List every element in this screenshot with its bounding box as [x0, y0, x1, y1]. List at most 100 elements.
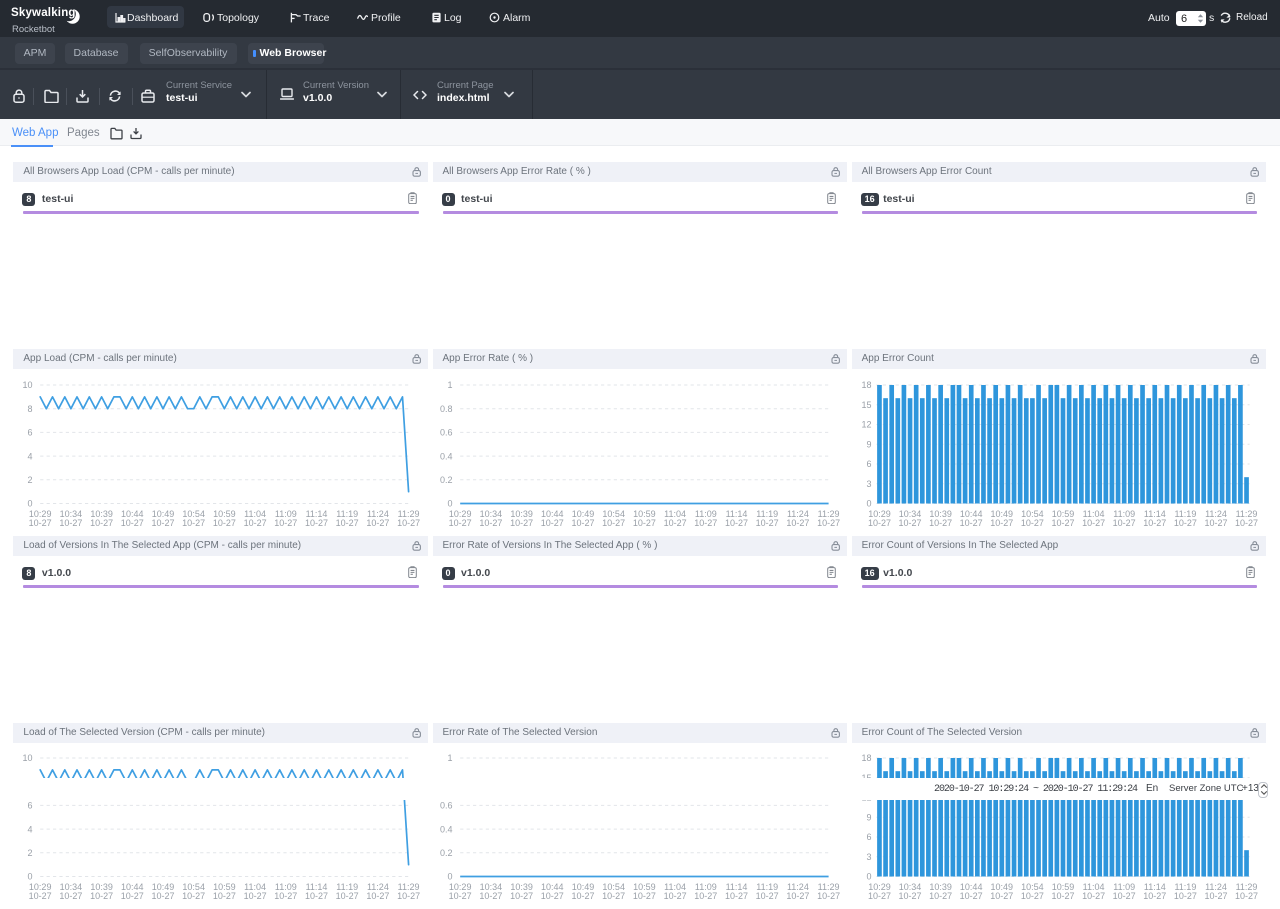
svg-text:10-27: 10-27: [929, 517, 952, 527]
svg-text:0: 0: [447, 498, 452, 508]
svg-text:10-27: 10-27: [29, 517, 52, 527]
svg-text:10-27: 10-27: [540, 517, 563, 527]
svg-text:10: 10: [23, 753, 33, 763]
svg-text:10-27: 10-27: [183, 517, 206, 527]
svg-text:10-27: 10-27: [90, 890, 113, 900]
svg-text:10-27: 10-27: [90, 517, 113, 527]
svg-text:10-27: 10-27: [663, 890, 686, 900]
svg-text:10-27: 10-27: [367, 890, 390, 900]
svg-text:10-27: 10-27: [213, 517, 236, 527]
svg-text:10-27: 10-27: [602, 517, 625, 527]
svg-text:10-27: 10-27: [694, 890, 717, 900]
svg-text:10-27: 10-27: [275, 890, 298, 900]
svg-text:10-27: 10-27: [1020, 517, 1043, 527]
svg-text:0.6: 0.6: [439, 800, 452, 810]
svg-text:10-27: 10-27: [1204, 517, 1227, 527]
svg-text:10-27: 10-27: [540, 890, 563, 900]
svg-text:10-27: 10-27: [929, 890, 952, 900]
svg-text:10-27: 10-27: [898, 517, 921, 527]
svg-text:4: 4: [28, 824, 33, 834]
svg-text:6: 6: [866, 459, 871, 469]
svg-text:10-27: 10-27: [1051, 890, 1074, 900]
svg-text:0: 0: [28, 871, 33, 881]
svg-text:10-27: 10-27: [448, 890, 471, 900]
svg-text:10-27: 10-27: [479, 890, 502, 900]
svg-text:10-27: 10-27: [121, 890, 144, 900]
svg-text:8: 8: [28, 403, 33, 413]
svg-text:10-27: 10-27: [786, 517, 809, 527]
svg-text:6: 6: [28, 800, 33, 810]
svg-text:10-27: 10-27: [632, 517, 655, 527]
svg-text:10-27: 10-27: [397, 517, 420, 527]
svg-text:10-27: 10-27: [213, 890, 236, 900]
svg-text:10-27: 10-27: [448, 517, 471, 527]
svg-text:10-27: 10-27: [1143, 890, 1166, 900]
svg-text:10-27: 10-27: [510, 890, 533, 900]
svg-text:10-27: 10-27: [1082, 517, 1105, 527]
svg-text:6: 6: [28, 427, 33, 437]
svg-text:10-27: 10-27: [1082, 890, 1105, 900]
svg-text:10-27: 10-27: [755, 517, 778, 527]
svg-text:10-27: 10-27: [1020, 890, 1043, 900]
svg-text:10-27: 10-27: [1235, 517, 1258, 527]
svg-text:10-27: 10-27: [244, 890, 267, 900]
svg-text:10-27: 10-27: [817, 890, 840, 900]
svg-text:10-27: 10-27: [755, 890, 778, 900]
svg-text:10-27: 10-27: [990, 517, 1013, 527]
svg-text:9: 9: [866, 812, 871, 822]
svg-text:10-27: 10-27: [817, 517, 840, 527]
svg-text:10: 10: [23, 380, 33, 390]
svg-text:0: 0: [866, 498, 871, 508]
svg-text:10-27: 10-27: [898, 890, 921, 900]
svg-text:10-27: 10-27: [60, 517, 83, 527]
svg-text:10-27: 10-27: [1112, 517, 1135, 527]
svg-text:10-27: 10-27: [868, 517, 891, 527]
svg-text:10-27: 10-27: [663, 517, 686, 527]
svg-text:10-27: 10-27: [121, 517, 144, 527]
svg-text:10-27: 10-27: [1051, 517, 1074, 527]
svg-text:10-27: 10-27: [868, 890, 891, 900]
svg-text:10-27: 10-27: [724, 890, 747, 900]
svg-text:4: 4: [28, 451, 33, 461]
svg-text:10-27: 10-27: [152, 517, 175, 527]
svg-text:10-27: 10-27: [602, 890, 625, 900]
svg-text:10-27: 10-27: [990, 890, 1013, 900]
svg-text:10-27: 10-27: [29, 890, 52, 900]
svg-text:10-27: 10-27: [724, 517, 747, 527]
svg-text:10-27: 10-27: [367, 517, 390, 527]
svg-text:3: 3: [866, 478, 871, 488]
svg-text:18: 18: [861, 380, 871, 390]
svg-text:0.4: 0.4: [439, 824, 452, 834]
svg-text:10-27: 10-27: [959, 517, 982, 527]
svg-text:10-27: 10-27: [336, 890, 359, 900]
svg-text:0.6: 0.6: [439, 427, 452, 437]
svg-text:10-27: 10-27: [479, 517, 502, 527]
svg-text:10-27: 10-27: [1143, 517, 1166, 527]
svg-text:10-27: 10-27: [152, 890, 175, 900]
svg-text:15: 15: [861, 399, 871, 409]
svg-text:1: 1: [447, 380, 452, 390]
svg-text:12: 12: [861, 419, 871, 429]
svg-text:2: 2: [28, 848, 33, 858]
svg-text:0.8: 0.8: [439, 403, 452, 413]
svg-text:10-27: 10-27: [244, 517, 267, 527]
svg-text:10-27: 10-27: [959, 890, 982, 900]
svg-text:10-27: 10-27: [1173, 517, 1196, 527]
svg-text:10-27: 10-27: [571, 890, 594, 900]
svg-text:0: 0: [447, 871, 452, 881]
svg-text:10-27: 10-27: [305, 517, 328, 527]
svg-text:10-27: 10-27: [1204, 890, 1227, 900]
svg-text:0: 0: [866, 871, 871, 881]
svg-text:1: 1: [447, 753, 452, 763]
svg-text:0.2: 0.2: [439, 475, 452, 485]
svg-text:10-27: 10-27: [1173, 890, 1196, 900]
svg-text:10-27: 10-27: [1235, 890, 1258, 900]
svg-text:3: 3: [866, 851, 871, 861]
svg-text:10-27: 10-27: [60, 890, 83, 900]
svg-text:10-27: 10-27: [510, 517, 533, 527]
svg-text:10-27: 10-27: [305, 890, 328, 900]
svg-text:10-27: 10-27: [571, 517, 594, 527]
svg-text:0.4: 0.4: [439, 451, 452, 461]
svg-text:0.2: 0.2: [439, 848, 452, 858]
svg-text:6: 6: [866, 832, 871, 842]
